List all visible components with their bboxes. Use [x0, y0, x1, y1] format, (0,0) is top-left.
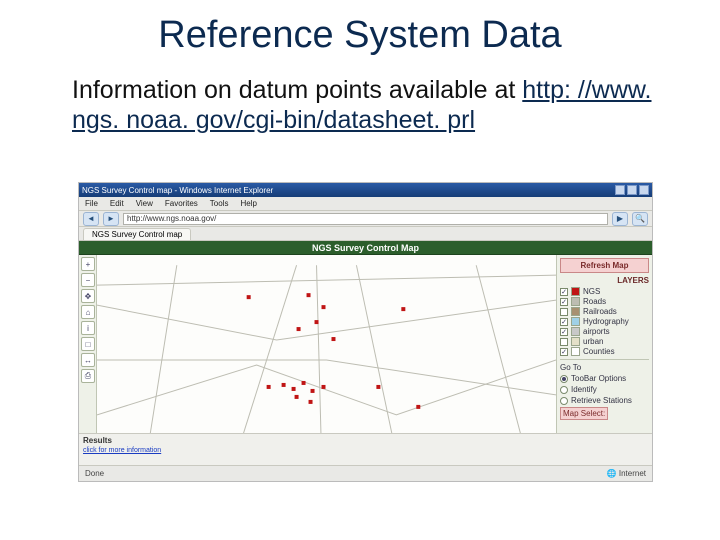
print-icon[interactable]: ⎙ [81, 369, 95, 383]
layer-ngs[interactable]: ✓NGS [560, 287, 649, 296]
radio-retrieve[interactable]: Retrieve Stations [560, 396, 649, 405]
layer-counties[interactable]: ✓Counties [560, 347, 649, 356]
measure-icon[interactable]: ↔ [81, 353, 95, 367]
full-extent-icon[interactable]: ⌂ [81, 305, 95, 319]
checkbox-icon[interactable]: ✓ [560, 288, 568, 296]
checkbox-icon[interactable]: ✓ [560, 318, 568, 326]
results-title: Results [83, 436, 648, 445]
tab-strip: NGS Survey Control map [79, 227, 652, 241]
back-button[interactable]: ◄ [83, 212, 99, 226]
checkbox-icon[interactable] [560, 308, 568, 316]
identify-icon[interactable]: i [81, 321, 95, 335]
layer-airports[interactable]: ✓airports [560, 327, 649, 336]
results-panel: Results click for more information [79, 433, 652, 465]
pan-icon[interactable]: ✥ [81, 289, 95, 303]
refresh-map-button[interactable]: Refresh Map [560, 258, 649, 273]
zoom-in-icon[interactable]: + [81, 257, 95, 271]
window-title-text: NGS Survey Control map - Windows Interne… [82, 186, 273, 195]
forward-button[interactable]: ► [103, 212, 119, 226]
slide-body: Information on datum points available at… [72, 75, 702, 135]
layer-hydrography[interactable]: ✓Hydrography [560, 317, 649, 326]
close-icon[interactable] [639, 185, 649, 195]
internet-icon: 🌐 [607, 469, 617, 478]
zoom-out-icon[interactable]: − [81, 273, 95, 287]
goto-label: Go To [560, 363, 649, 372]
go-button[interactable]: ▶ [612, 212, 628, 226]
menu-edit[interactable]: Edit [110, 199, 124, 208]
app-content: NGS Survey Control Map + − ✥ ⌂ i □ ↔ ⎙ [79, 241, 652, 465]
checkbox-icon[interactable] [560, 338, 568, 346]
browser-tab[interactable]: NGS Survey Control map [83, 228, 191, 240]
menu-bar: File Edit View Favorites Tools Help [79, 197, 652, 211]
address-bar-row: ◄ ► http://www.ngs.noaa.gov/ ▶ 🔍 [79, 211, 652, 227]
app-header: NGS Survey Control Map [79, 241, 652, 255]
status-bar: Done 🌐 Internet [79, 465, 652, 481]
minimize-icon[interactable] [615, 185, 625, 195]
layers-heading: LAYERS [560, 276, 649, 285]
menu-tools[interactable]: Tools [210, 199, 229, 208]
menu-favorites[interactable]: Favorites [165, 199, 198, 208]
body-lead: Information on datum points available at [72, 76, 515, 104]
status-right: 🌐 Internet [607, 469, 646, 478]
search-icon[interactable]: 🔍 [632, 212, 648, 226]
menu-view[interactable]: View [136, 199, 153, 208]
status-left: Done [85, 469, 104, 478]
layer-railroads[interactable]: Railroads [560, 307, 649, 316]
checkbox-icon[interactable]: ✓ [560, 328, 568, 336]
menu-file[interactable]: File [85, 199, 98, 208]
browser-screenshot: NGS Survey Control map - Windows Interne… [78, 182, 653, 482]
radio-toolbar[interactable]: TooBar Options [560, 374, 649, 383]
slide-title: Reference System Data [0, 14, 720, 57]
radio-identify[interactable]: Identify [560, 385, 649, 394]
checkbox-icon[interactable]: ✓ [560, 348, 568, 356]
map-select-button[interactable]: Map Select: [560, 407, 608, 420]
results-link[interactable]: click for more information [83, 447, 161, 454]
checkbox-icon[interactable]: ✓ [560, 298, 568, 306]
address-field[interactable]: http://www.ngs.noaa.gov/ [123, 213, 608, 225]
window-controls [615, 185, 649, 195]
maximize-icon[interactable] [627, 185, 637, 195]
select-icon[interactable]: □ [81, 337, 95, 351]
layer-urban[interactable]: urban [560, 337, 649, 346]
menu-help[interactable]: Help [240, 199, 256, 208]
layer-roads[interactable]: ✓Roads [560, 297, 649, 306]
window-titlebar: NGS Survey Control map - Windows Interne… [79, 183, 652, 197]
